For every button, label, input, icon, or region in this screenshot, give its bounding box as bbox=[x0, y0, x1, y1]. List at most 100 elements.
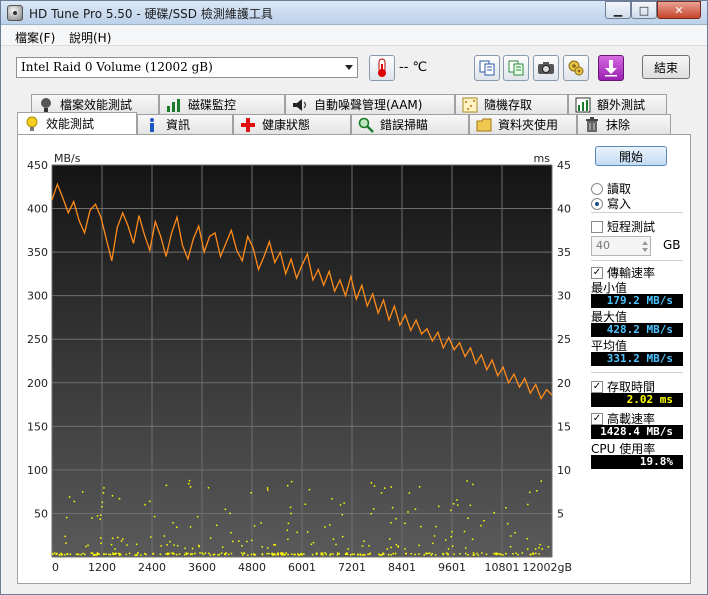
short-test-checkbox[interactable]: 短程測試 bbox=[591, 218, 655, 235]
access-time-point bbox=[534, 552, 537, 555]
options-button[interactable] bbox=[563, 55, 589, 81]
access-time-point bbox=[175, 553, 178, 556]
access-time-point bbox=[201, 552, 203, 554]
access-time-point bbox=[433, 535, 436, 537]
tab-file-benchmark[interactable]: 檔案效能測試 bbox=[31, 94, 159, 114]
short-test-size-input[interactable]: 40 bbox=[591, 236, 651, 256]
read-radio-dot bbox=[591, 182, 603, 195]
y-right-tick-label: 15 bbox=[557, 420, 571, 433]
access-time-point bbox=[451, 545, 454, 547]
access-time-point bbox=[113, 553, 115, 556]
x-tick-label: 6001 bbox=[288, 561, 316, 574]
camera-icon bbox=[538, 62, 554, 74]
access-time-point bbox=[103, 553, 106, 555]
tab-aam[interactable]: 自動噪聲管理(AAM) bbox=[285, 94, 455, 114]
access-time-point bbox=[165, 484, 168, 487]
access-time-point bbox=[472, 483, 474, 486]
access-time-point bbox=[418, 544, 420, 547]
access-time-point bbox=[212, 554, 214, 556]
access-time-point bbox=[390, 486, 392, 488]
tab-health[interactable]: 健康狀態 bbox=[233, 114, 351, 134]
write-radio[interactable]: 寫入 bbox=[591, 195, 631, 212]
access-time-point bbox=[178, 553, 181, 555]
access-time-point bbox=[75, 553, 78, 555]
access-time-point bbox=[287, 538, 289, 541]
access-time-point bbox=[196, 515, 199, 518]
access-time-point bbox=[324, 552, 327, 554]
title-bar[interactable]: HD Tune Pro 5.50 - 硬碟/SSD 檢測維護工具 ▁ □ ✕ bbox=[1, 1, 707, 25]
copy-info-button[interactable] bbox=[503, 55, 529, 81]
access-time-point bbox=[224, 508, 227, 511]
tab-benchmark[interactable]: 效能測試 bbox=[17, 112, 137, 134]
access-time-point bbox=[230, 552, 233, 555]
access-time-point bbox=[472, 552, 475, 554]
access-time-point bbox=[199, 552, 201, 554]
exit-button[interactable]: 結束 bbox=[642, 55, 690, 79]
access-time-point bbox=[383, 487, 386, 489]
access-time-point bbox=[324, 526, 326, 528]
screenshot-button[interactable] bbox=[533, 55, 559, 81]
spin-up-icon[interactable] bbox=[642, 241, 648, 245]
save-button[interactable] bbox=[598, 55, 624, 81]
access-time-point bbox=[289, 506, 292, 509]
access-time-point bbox=[163, 535, 166, 537]
drive-select-value: Intel Raid 0 Volume (12002 gB) bbox=[21, 60, 213, 74]
copy-info-icon bbox=[508, 60, 524, 76]
start-button[interactable]: 開始 bbox=[595, 146, 667, 166]
access-time-point bbox=[467, 553, 469, 556]
access-time-point bbox=[191, 547, 194, 550]
access-time-point bbox=[529, 553, 532, 556]
access-time-point bbox=[82, 552, 84, 555]
access-time-point bbox=[408, 492, 411, 494]
y-left-tick-label: 450 bbox=[27, 159, 48, 172]
maximize-button[interactable]: □ bbox=[631, 1, 657, 19]
access-time-point bbox=[53, 552, 56, 554]
benchmark-chart: 450 400 350 300 250 200 150 100 50 45 40 35 30 25 20 15… bbox=[21, 149, 581, 579]
access-time-point bbox=[504, 552, 507, 555]
burst-rate-value: 1428.4 MB/s bbox=[591, 425, 683, 439]
access-time-point bbox=[149, 500, 151, 503]
access-time-point bbox=[463, 530, 466, 533]
drive-select[interactable]: Intel Raid 0 Volume (12002 gB) bbox=[16, 57, 358, 78]
access-time-point bbox=[427, 552, 429, 555]
temperature-button[interactable] bbox=[369, 55, 395, 81]
tab-info[interactable]: 資訊 bbox=[137, 114, 233, 134]
access-time-point bbox=[224, 553, 227, 555]
access-time-point bbox=[96, 515, 99, 517]
tab-folder-usage[interactable]: 資料夾使用 bbox=[469, 114, 577, 134]
menu-file[interactable]: 檔案(F) bbox=[15, 29, 55, 46]
minimize-button[interactable]: ▁ bbox=[605, 1, 631, 19]
access-time-point bbox=[115, 552, 118, 555]
tab-extra-tests[interactable]: 額外測試 bbox=[568, 94, 667, 114]
tab-label: 資訊 bbox=[166, 118, 191, 132]
tab-random-access[interactable]: 隨機存取 bbox=[455, 94, 568, 114]
access-time-point bbox=[144, 503, 146, 506]
tab-erase[interactable]: 抹除 bbox=[577, 114, 671, 134]
tab-error-scan[interactable]: 錯誤掃瞄 bbox=[351, 114, 469, 134]
download-arrow-icon bbox=[605, 60, 617, 77]
spin-down-icon[interactable] bbox=[642, 248, 648, 252]
access-time-point bbox=[191, 553, 194, 555]
copy-text-button[interactable] bbox=[474, 55, 500, 81]
access-time-point bbox=[456, 504, 459, 506]
access-time-point bbox=[118, 554, 121, 556]
access-time-point bbox=[215, 524, 218, 527]
access-time-point bbox=[122, 538, 124, 540]
access-time-point bbox=[140, 554, 142, 556]
size-unit: GB bbox=[663, 238, 681, 252]
toolbar: Intel Raid 0 Volume (12002 gB) -- ℃ 結束 bbox=[1, 47, 707, 89]
write-label: 寫入 bbox=[607, 197, 632, 211]
access-time-point bbox=[68, 496, 71, 498]
access-time-point bbox=[339, 504, 342, 506]
access-time-point bbox=[386, 548, 389, 550]
access-time-point bbox=[521, 552, 524, 554]
access-time-point bbox=[363, 553, 365, 556]
tab-disk-monitor[interactable]: 磁碟監控 bbox=[159, 94, 285, 114]
write-radio-dot bbox=[591, 197, 603, 210]
y-right-tick-label: 40 bbox=[557, 203, 571, 216]
app-icon[interactable] bbox=[7, 5, 23, 21]
access-time-point bbox=[60, 552, 62, 555]
menu-help[interactable]: 說明(H) bbox=[69, 29, 111, 46]
close-button[interactable]: ✕ bbox=[657, 1, 701, 19]
access-time-point bbox=[286, 484, 289, 487]
